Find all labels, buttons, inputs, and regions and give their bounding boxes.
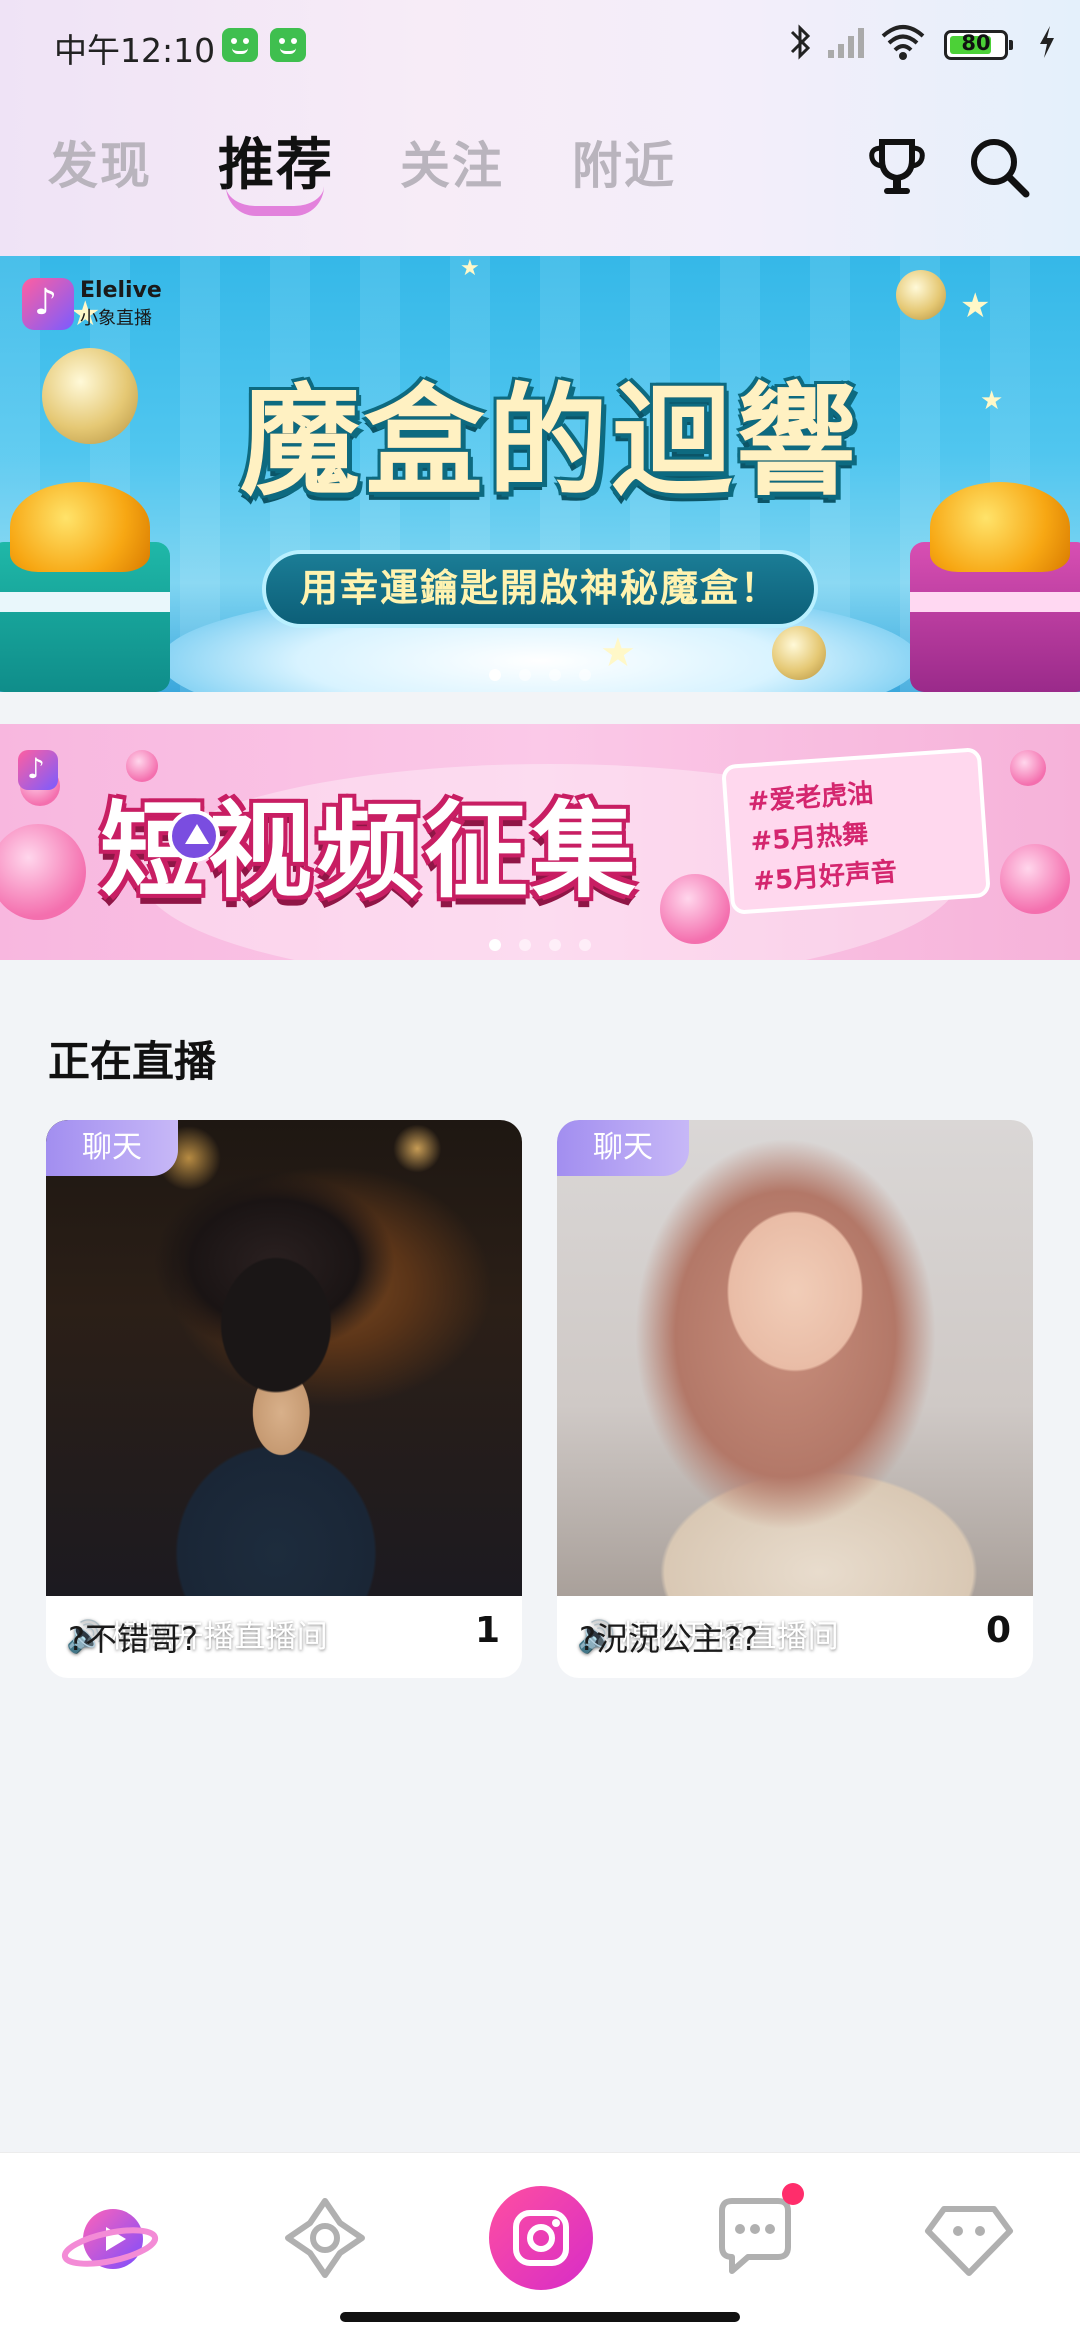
carousel-dot[interactable] [489, 939, 501, 951]
live-thumbnail [557, 1120, 1033, 1596]
streamer-name: ?不错哥? [68, 1620, 198, 1658]
nav-plaza[interactable] [270, 2183, 380, 2293]
tab-following[interactable]: 关注 [400, 126, 504, 198]
signal-icon [828, 28, 864, 58]
streamer-name: ?況況公主?? [579, 1620, 758, 1658]
viewer-count: 0 [985, 1610, 1011, 1651]
hashtag-box: #爱老虎油 #5月热舞 #5月好声音 [721, 747, 991, 915]
live-planet-icon [61, 2209, 159, 2269]
promo-banner-magic-box[interactable]: ★ ★ ★ ★ ★ Elelive 小象直播 魔盒的迴響 用幸運鑰匙開啟神秘魔盒… [0, 256, 1080, 692]
bluetooth-icon [790, 24, 811, 60]
active-tab-indicator [226, 186, 324, 216]
section-title-live-now: 正在直播 [48, 1037, 217, 1086]
hashtag: #5月好声音 [752, 857, 898, 898]
home-indicator[interactable] [340, 2312, 740, 2322]
carousel-dot[interactable] [579, 939, 591, 951]
notification-app-icon [222, 28, 258, 62]
top-header: 中午12:10 80 发现 推荐 关注 附近 [0, 0, 1080, 256]
battery-indicator: 80 [944, 30, 1013, 60]
hashtag: #5月热舞 [749, 819, 870, 858]
live-thumbnail [46, 1120, 522, 1596]
key-orb-decoration [42, 348, 138, 444]
notification-app-icon [270, 28, 306, 62]
trophy-icon[interactable] [862, 132, 932, 202]
carousel-dot[interactable] [519, 939, 531, 951]
banner-subtitle: 用幸運鑰匙開啟神秘魔盒！ [262, 550, 818, 628]
unread-badge [782, 2183, 804, 2205]
category-tag: 聊天 [46, 1120, 178, 1176]
battery-level: 80 [961, 31, 991, 55]
key-orb-decoration [896, 270, 946, 320]
diamond-icon [925, 2206, 1013, 2276]
feed-tabs: 发现 推荐 关注 附近 [0, 118, 1080, 218]
live-room-card[interactable]: 聊天 🔊 模拟开播直播间 ?不错哥? 1 [46, 1120, 522, 1678]
tab-discover[interactable]: 发现 [48, 126, 152, 198]
nav-go-live[interactable] [486, 2183, 596, 2293]
carousel-dot[interactable] [489, 669, 501, 681]
tab-nearby[interactable]: 附近 [572, 126, 676, 198]
search-icon[interactable] [964, 132, 1034, 202]
carousel-dot[interactable] [579, 669, 591, 681]
camera-icon [489, 2186, 593, 2290]
status-icons: 80 [758, 22, 1058, 66]
carousel-dots [0, 936, 1080, 951]
play-icon [168, 810, 220, 862]
elelive-logo [18, 750, 58, 790]
carousel-dot[interactable] [549, 939, 561, 951]
charging-icon [1040, 26, 1054, 58]
status-bar: 中午12:10 80 [0, 0, 1080, 92]
carousel-dot[interactable] [549, 669, 561, 681]
carousel-dot[interactable] [519, 669, 531, 681]
carousel-dots [0, 666, 1080, 681]
viewer-count: 1 [474, 1610, 500, 1651]
plaza-icon [285, 2198, 365, 2278]
banner-title: 魔盒的迴響 [240, 373, 860, 512]
category-tag: 聊天 [557, 1120, 689, 1176]
live-room-card[interactable]: 聊天 🔊 模拟开播直播间 ?況況公主?? 0 [557, 1120, 1033, 1678]
promo-banner-video-collection[interactable]: 短视频征集 #爱老虎油 #5月热舞 #5月好声音 [0, 724, 1080, 960]
nav-profile[interactable] [914, 2183, 1024, 2293]
nav-live[interactable] [58, 2183, 168, 2293]
wifi-icon [881, 25, 925, 60]
hashtag: #爱老虎油 [746, 778, 875, 818]
status-time: 中午12:10 [54, 31, 216, 70]
